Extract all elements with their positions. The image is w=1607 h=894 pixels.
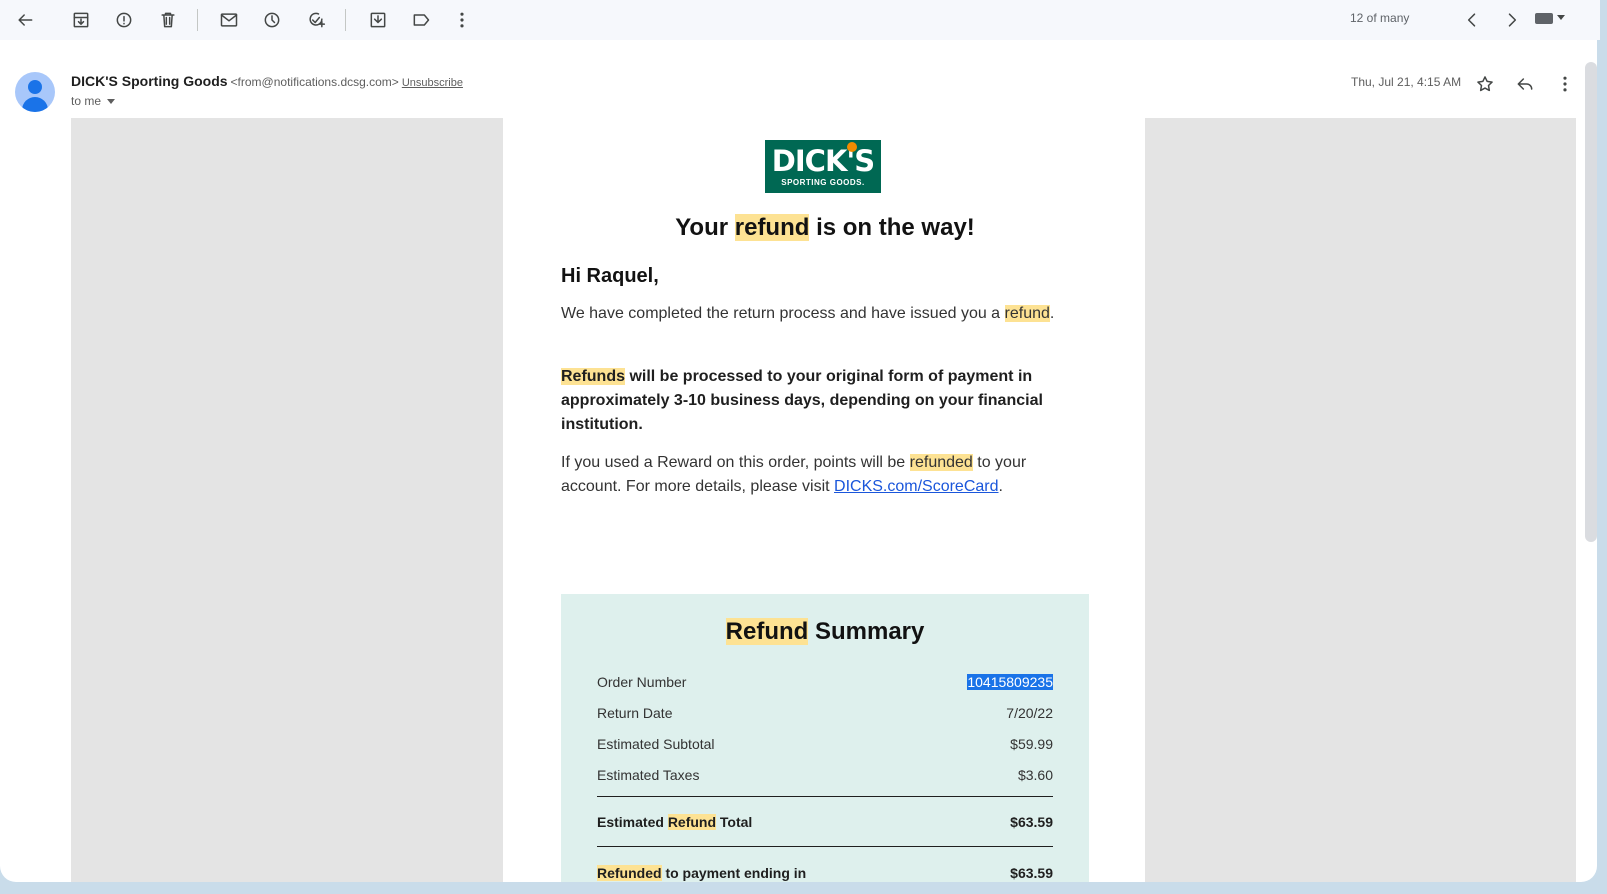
older-icon[interactable] [1496, 4, 1528, 36]
newer-icon[interactable] [1456, 4, 1488, 36]
report-spam-icon[interactable] [108, 4, 140, 36]
summary-row-label: Estimated Taxes [597, 767, 700, 783]
summary-row-label: Return Date [597, 705, 673, 721]
p2-text: will be processed to your original form … [561, 368, 1043, 433]
p3-highlight: refunded [909, 454, 973, 471]
greeting: Hi Raquel, [561, 265, 659, 287]
summary-row-value: 7/20/22 [1006, 705, 1053, 721]
total-highlight: Refund [667, 814, 717, 830]
total-post: Total [716, 814, 753, 830]
summary-row: Return Date 7/20/22 [597, 705, 1053, 721]
dicks-logo[interactable]: DICK'S SPORTING GOODS. [765, 140, 881, 193]
summary-title-rest: Summary [808, 618, 925, 645]
p2-highlight: Refunds [561, 368, 625, 385]
summary-row-label: Estimated Subtotal [597, 736, 715, 752]
chevron-down-icon [107, 98, 116, 104]
logo-wordmark: DICK'S [771, 144, 875, 178]
summary-row-label: Order Number [597, 674, 687, 690]
p3-pre: If you used a Reward on this order, poin… [561, 454, 910, 471]
recipient-label: to me [71, 94, 102, 108]
refund-summary-box: Refund Summary Order Number 10415809235 … [561, 594, 1089, 882]
summary-total-label: Estimated Refund Total [597, 814, 752, 830]
pager-text: 12 of many [1350, 11, 1410, 25]
toolbar: 12 of many [0, 0, 1600, 40]
refunded-text: to payment ending in [661, 865, 807, 881]
refunded-highlight: Refunded [597, 865, 662, 881]
newsletter-right-gutter [1145, 118, 1576, 882]
email-pane: DICK'S Sporting Goods <from@notifications… [0, 40, 1597, 882]
back-icon[interactable] [9, 4, 41, 36]
headline-post: is on the way! [809, 214, 975, 241]
sender-address: <from@notifications.dcsg.com> [230, 75, 399, 89]
snooze-icon[interactable] [256, 4, 288, 36]
total-pre: Estimated [597, 814, 668, 830]
paragraph-rewards: If you used a Reward on this order, poin… [561, 451, 1089, 499]
summary-row: Order Number 10415809235 [597, 674, 1053, 690]
summary-refunded-label: Refunded to payment ending in [597, 865, 806, 881]
label-icon[interactable] [405, 4, 437, 36]
p1-text: We have completed the return process and… [561, 305, 1005, 322]
more-vert-icon[interactable] [446, 4, 478, 36]
paragraph-processing: Refunds will be processed to your origin… [561, 365, 1089, 437]
summary-total-row: Estimated Refund Total $63.59 [597, 814, 1053, 830]
sender-line: DICK'S Sporting Goods <from@notifications… [71, 73, 463, 89]
email-date: Thu, Jul 21, 4:15 AM [1351, 75, 1462, 89]
star-icon[interactable] [1471, 70, 1499, 98]
headline-highlight: refund [734, 214, 810, 241]
summary-divider [597, 796, 1053, 797]
summary-title-highlight: Refund [725, 618, 809, 645]
avatar-head [28, 80, 42, 94]
summary-title: Refund Summary [561, 618, 1089, 646]
summary-refunded-row: Refunded to payment ending in $63.59 [597, 865, 1053, 881]
add-task-icon[interactable] [300, 4, 332, 36]
paragraph-completed: We have completed the return process and… [561, 302, 1089, 326]
summary-refunded-value: $63.59 [1010, 865, 1053, 881]
archive-icon[interactable] [65, 4, 97, 36]
summary-row: Estimated Taxes $3.60 [597, 767, 1053, 783]
recipient-details-toggle[interactable]: to me [71, 94, 116, 108]
scorecard-link[interactable]: DICKS.com/ScoreCard [834, 478, 999, 495]
p1-end: . [1049, 305, 1055, 322]
unsubscribe-link[interactable]: Unsubscribe [402, 77, 463, 89]
mark-unread-icon[interactable] [213, 4, 245, 36]
headline: Your refund is on the way! [561, 214, 1089, 242]
scrollbar-thumb[interactable] [1585, 62, 1597, 542]
move-to-icon[interactable] [362, 4, 394, 36]
toolbar-separator [197, 9, 198, 31]
keyboard-glyph [1535, 13, 1553, 24]
sender-name[interactable]: DICK'S Sporting Goods [71, 73, 228, 89]
reply-icon[interactable] [1511, 70, 1539, 98]
delete-icon[interactable] [152, 4, 184, 36]
summary-total-value: $63.59 [1010, 814, 1053, 830]
headline-pre: Your [675, 214, 735, 241]
keyboard-icon[interactable] [1535, 11, 1565, 24]
summary-row-value: $59.99 [1010, 736, 1053, 752]
avatar-body [22, 97, 48, 112]
chevron-down-icon [1557, 15, 1565, 20]
toolbar-separator [345, 9, 346, 31]
summary-divider [597, 846, 1053, 847]
avatar[interactable] [15, 72, 55, 112]
p3-end: . [998, 478, 1003, 495]
logo-tagline: SPORTING GOODS. [781, 178, 865, 187]
order-number-value[interactable]: 10415809235 [967, 674, 1053, 690]
more-vert-icon[interactable] [1551, 70, 1579, 98]
logo-ball-icon [847, 142, 857, 152]
summary-row-value: $3.60 [1017, 767, 1053, 783]
p1-highlight: refund [1004, 305, 1050, 322]
newsletter-left-gutter [71, 118, 503, 882]
summary-row: Estimated Subtotal $59.99 [597, 736, 1053, 752]
